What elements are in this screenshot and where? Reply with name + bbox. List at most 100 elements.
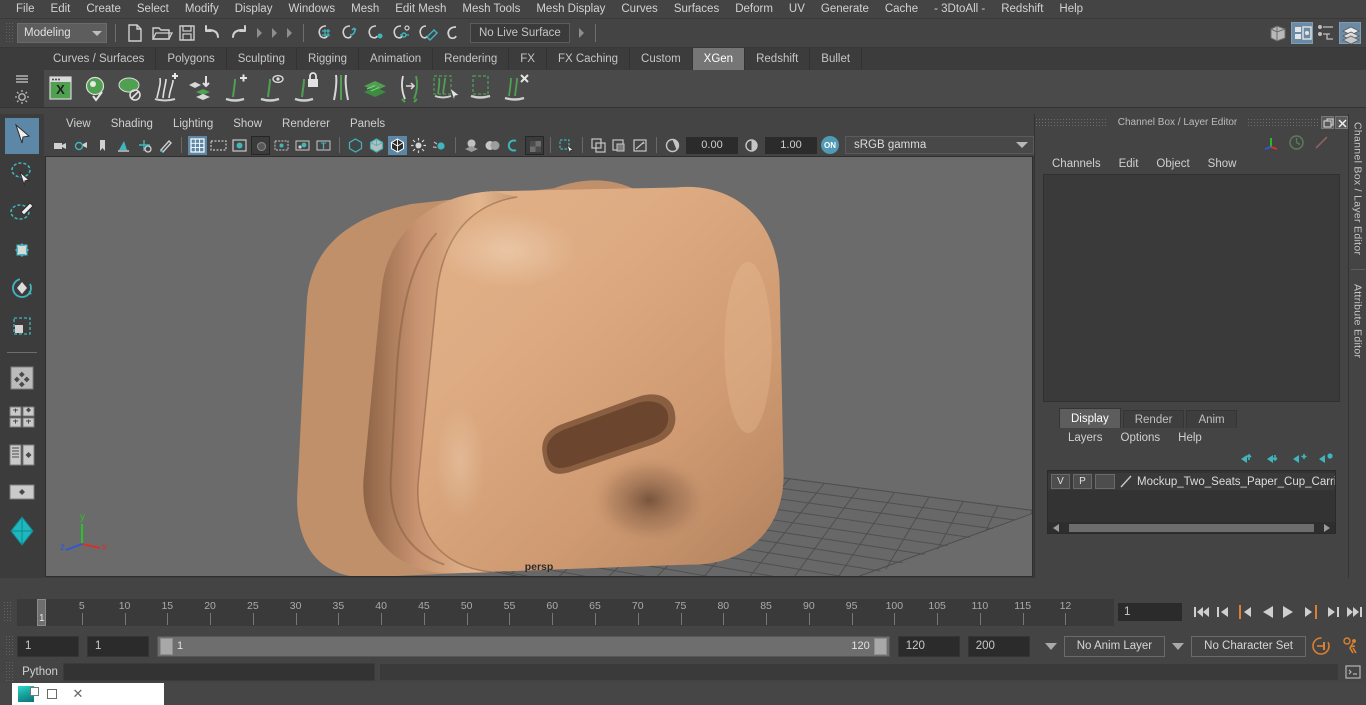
command-input[interactable] [63, 663, 375, 681]
layer-row[interactable]: V P Mockup_Two_Seats_Paper_Cup_Carri [1048, 473, 1335, 490]
layer-list[interactable]: V P Mockup_Two_Seats_Paper_Cup_Carri [1047, 470, 1336, 534]
safe-title-icon[interactable]: T [314, 136, 333, 155]
resolution-gate-icon[interactable] [230, 136, 249, 155]
layer-color-swatch[interactable] [1095, 474, 1115, 489]
move-layer-down-icon[interactable] [1266, 451, 1282, 465]
anim-layer-chevron-icon[interactable] [1044, 642, 1057, 650]
step-back-frame-icon[interactable] [1235, 602, 1255, 622]
xray-active-components-icon[interactable] [631, 136, 650, 155]
go-to-start-icon[interactable] [1191, 602, 1211, 622]
range-end-handle[interactable] [873, 637, 887, 655]
menu-item-uv[interactable]: UV [781, 0, 813, 19]
shelf-tab-rendering[interactable]: Rendering [433, 48, 510, 70]
xgen-add-description-icon[interactable] [149, 72, 182, 105]
grease-pencil-icon[interactable] [156, 136, 175, 155]
menu-item-mesh-tools[interactable]: Mesh Tools [454, 0, 528, 19]
xgen-disable-preview-icon[interactable] [114, 72, 147, 105]
range-end-field[interactable]: 120 [897, 635, 960, 657]
image-plane-icon[interactable] [114, 136, 133, 155]
menu-item-curves[interactable]: Curves [613, 0, 665, 19]
character-set-chevron-icon[interactable] [1172, 642, 1185, 650]
viewport-menu-lighting[interactable]: Lighting [163, 114, 223, 134]
snap-to-view-plane-icon[interactable] [414, 21, 440, 45]
single-persp-layout-icon[interactable] [5, 475, 39, 511]
animation-preferences-icon[interactable] [1339, 634, 1363, 658]
move-tool[interactable] [5, 232, 39, 268]
select-tool[interactable] [5, 118, 39, 154]
menu-item-3dtoall[interactable]: - 3DtoAll - [926, 0, 993, 19]
view-transform-toggle-icon[interactable]: ON [821, 136, 839, 154]
channel-box-speed-icon[interactable] [1288, 134, 1305, 151]
close-icon[interactable]: ✕ [65, 686, 91, 702]
time-slider-grip[interactable] [3, 601, 12, 623]
viewport-3d[interactable]: persp y x z [45, 156, 1033, 577]
paint-select-tool[interactable] [5, 194, 39, 230]
new-scene-icon[interactable] [122, 21, 148, 45]
maximize-icon[interactable] [39, 687, 65, 702]
lasso-select-tool[interactable] [5, 156, 39, 192]
menu-item-mesh[interactable]: Mesh [343, 0, 387, 19]
shelf-tab-custom[interactable]: Custom [630, 48, 693, 70]
menu-item-edit[interactable]: Edit [43, 0, 79, 19]
rail-label-channel-box[interactable]: Channel Box / Layer Editor [1352, 114, 1364, 263]
shelf-tab-sculpting[interactable]: Sculpting [226, 48, 298, 70]
character-set-selector[interactable]: No Character Set [1191, 635, 1306, 657]
make-live-icon[interactable] [440, 21, 466, 45]
play-forwards-icon[interactable] [1279, 602, 1299, 622]
expand-history-icon[interactable] [284, 23, 295, 43]
expand-selection-masks-icon[interactable] [254, 23, 265, 43]
shelf-options-column[interactable] [0, 70, 44, 107]
channel-box-content[interactable] [1043, 174, 1340, 402]
snap-to-projected-center-icon[interactable] [388, 21, 414, 45]
2d-pan-zoom-icon[interactable] [135, 136, 154, 155]
menu-item-select[interactable]: Select [129, 0, 177, 19]
shelf-tab-xgen[interactable]: XGen [692, 48, 746, 70]
shelf-tab-redshift[interactable]: Redshift [745, 48, 811, 70]
safe-action-icon[interactable] [293, 136, 312, 155]
channel-box-menu-edit[interactable]: Edit [1110, 154, 1148, 174]
panel-grip-right[interactable] [1247, 117, 1321, 127]
show-hide-channel-box-icon[interactable] [1339, 22, 1361, 45]
shelf-tab-bullet[interactable]: Bullet [810, 48, 863, 70]
layer-menu-help[interactable]: Help [1169, 428, 1211, 448]
layer-menu-options[interactable]: Options [1112, 428, 1170, 448]
camera-attributes-icon[interactable] [72, 136, 91, 155]
menu-item-surfaces[interactable]: Surfaces [666, 0, 727, 19]
menu-item-windows[interactable]: Windows [280, 0, 343, 19]
animation-end-field[interactable]: 200 [967, 635, 1030, 657]
viewport-menu-show[interactable]: Show [223, 114, 272, 134]
script-editor-icon[interactable] [1343, 663, 1363, 681]
create-empty-layer-icon[interactable] [1292, 451, 1308, 465]
layer-tab-render[interactable]: Render [1122, 410, 1185, 428]
snap-to-curve-icon[interactable] [336, 21, 362, 45]
show-hide-tool-settings-icon[interactable] [1315, 22, 1337, 44]
redo-icon[interactable] [226, 21, 252, 45]
channel-box-menu-object[interactable]: Object [1147, 154, 1198, 174]
use-all-lights-icon[interactable] [430, 136, 449, 155]
layer-tab-display[interactable]: Display [1059, 408, 1121, 428]
film-gate-icon[interactable] [209, 136, 228, 155]
menu-item-modify[interactable]: Modify [177, 0, 227, 19]
menu-item-redshift[interactable]: Redshift [993, 0, 1051, 19]
undock-icon[interactable] [1321, 115, 1335, 129]
time-slider[interactable]: 5 10 15 20 25 30 35 40 45 50 55 60 65 70 75 80 85 90 95 100… [17, 598, 1114, 626]
close-icon[interactable] [1335, 115, 1349, 129]
range-slider-grip[interactable] [5, 635, 14, 657]
expand-snap-modes-icon[interactable] [269, 23, 280, 43]
viewport-menu-panels[interactable]: Panels [340, 114, 395, 134]
color-transform-selector[interactable]: sRGB gamma [845, 136, 1034, 154]
smooth-shade-all-icon[interactable] [367, 136, 386, 155]
layer-visibility-toggle[interactable]: V [1051, 474, 1070, 489]
shadows-icon[interactable] [462, 136, 481, 155]
xgen-guide-split-icon[interactable] [324, 72, 357, 105]
expand-live-surface-icon[interactable] [576, 23, 587, 43]
play-backwards-icon[interactable] [1257, 602, 1277, 622]
rail-label-attribute-editor[interactable]: Attribute Editor [1352, 276, 1364, 366]
menu-item-generate[interactable]: Generate [813, 0, 877, 19]
xgen-editor-icon[interactable]: X [44, 72, 77, 105]
scale-tool[interactable] [5, 308, 39, 344]
shelf-tab-fx-caching[interactable]: FX Caching [546, 48, 631, 70]
select-camera-icon[interactable] [51, 136, 70, 155]
shelf-tab-animation[interactable]: Animation [359, 48, 434, 70]
channel-box-menu-channels[interactable]: Channels [1043, 154, 1110, 174]
